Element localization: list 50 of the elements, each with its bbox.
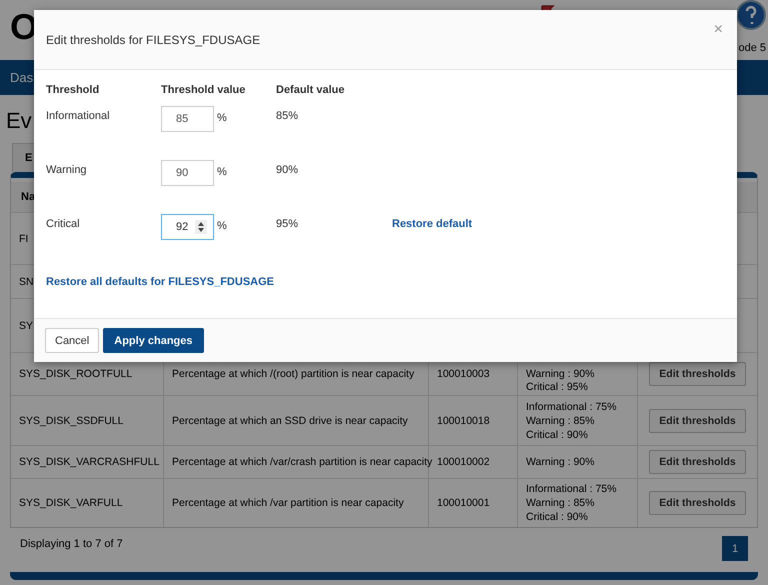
table-cell: SYS_DISK_SSDFULL	[11, 396, 164, 445]
default-value: 95%	[276, 217, 300, 232]
table-cell: Percentage at which /var/crash partition is near capacity	[172, 456, 432, 468]
threshold-text: Critical : 90%	[526, 428, 588, 442]
column-header: Threshold	[46, 83, 100, 98]
threshold-text: Warning : 85%	[526, 496, 594, 510]
edit-thresholds-button[interactable]: Edit thresholds	[649, 408, 746, 432]
table-cell: SYS_DISK_VARCRASHFULL	[11, 446, 164, 478]
threshold-text: Critical : 95%	[526, 381, 588, 394]
table-cell: Percentage at which /var partition is near capacity	[172, 497, 404, 509]
page-heading: Ev	[6, 108, 32, 134]
pagination-info: Displaying 1 to 7 of 7	[20, 537, 123, 552]
threshold-label: Warning	[46, 163, 88, 178]
table-cell: SYS_DISK_VARFULL	[11, 479, 164, 527]
threshold-label: Informational	[46, 109, 111, 124]
threshold-input[interactable]: 85	[161, 106, 214, 132]
nav-item[interactable]: Das	[10, 70, 34, 85]
threshold-text: Informational : 75%	[526, 482, 616, 496]
node-label: ode 5	[738, 42, 766, 54]
column-header: Default value	[276, 83, 346, 98]
edit-thresholds-button[interactable]: Edit thresholds	[649, 362, 746, 386]
table-cell: Percentage at which an SSD drive is near capacity	[172, 414, 408, 426]
cancel-button[interactable]: Cancel	[45, 328, 100, 353]
dialog-title: Edit thresholds for FILESYS_FDUSAGE	[46, 32, 260, 46]
column-header: Threshold value	[161, 83, 246, 98]
edit-thresholds-button[interactable]: Edit thresholds	[649, 450, 746, 474]
threshold-input[interactable]: 90	[161, 160, 214, 186]
table-cell: 100010018	[437, 414, 490, 426]
unit-label: %	[217, 219, 227, 232]
restore-default-link[interactable]: Restore default	[392, 218, 472, 230]
threshold-text: Warning : 85%	[526, 414, 594, 428]
page-button[interactable]: 1	[722, 536, 748, 561]
threshold-label: Critical	[46, 217, 81, 232]
table-cell: 100010002	[437, 456, 490, 468]
threshold-text: Informational : 75%	[526, 400, 616, 414]
table-cell: Percentage at which /(root) partition is near capacity	[172, 368, 414, 380]
default-value: 85%	[276, 109, 300, 124]
threshold-text: Warning : 90%	[526, 368, 594, 381]
help-icon[interactable]	[736, 0, 766, 30]
table-cell: 100010001	[437, 497, 490, 509]
threshold-input[interactable]: 92	[161, 214, 214, 240]
edit-thresholds-button[interactable]: Edit thresholds	[649, 491, 746, 515]
threshold-text: Critical : 90%	[526, 510, 588, 524]
threshold-text: Warning : 90%	[526, 455, 594, 469]
table-cell: 100010003	[437, 368, 490, 380]
unit-label: %	[217, 111, 227, 124]
apply-button[interactable]: Apply changes	[103, 328, 204, 353]
unit-label: %	[217, 165, 227, 178]
spinner-icon[interactable]	[195, 220, 207, 234]
default-value: 90%	[276, 163, 300, 178]
